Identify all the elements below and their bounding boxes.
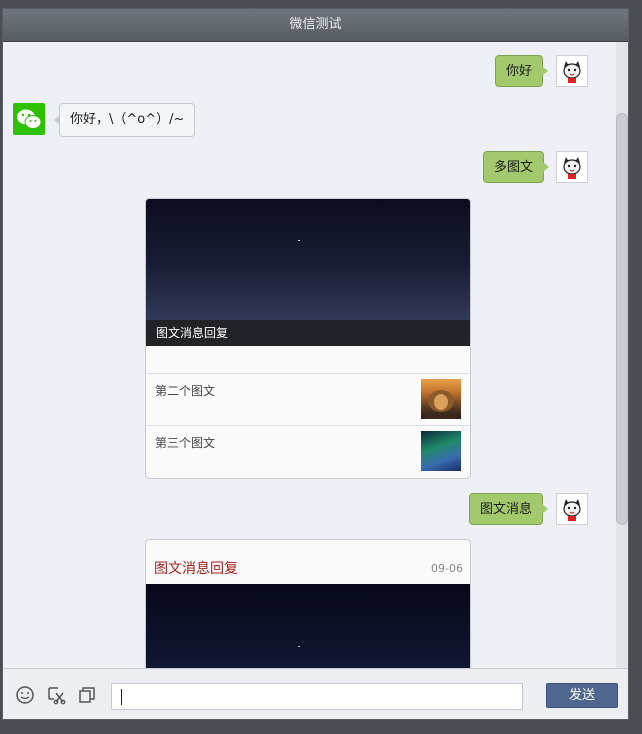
my-message-bubble[interactable]: 图文消息: [469, 493, 549, 525]
aurora-image: [421, 431, 461, 471]
cover-image[interactable]: [146, 584, 470, 668]
wechat-avatar[interactable]: [13, 103, 45, 135]
cover-title[interactable]: 图文消息回复: [146, 320, 470, 346]
cat-avatar-icon: [563, 61, 581, 83]
bot-message-bubble[interactable]: 你好，\（^o^）/~: [53, 103, 196, 137]
news-card-date: 09-06: [431, 562, 463, 575]
my-avatar[interactable]: [556, 493, 588, 525]
emoji-icon[interactable]: [15, 685, 35, 705]
my-message-bubble[interactable]: 你好: [495, 55, 549, 87]
my-avatar[interactable]: [556, 151, 588, 183]
window-title: 微信测试: [3, 9, 628, 42]
multi-news-card[interactable]: 图文消息回复 第二个图文 第三个图文: [145, 198, 471, 479]
scrollbar-thumb[interactable]: [616, 113, 628, 525]
lion-image: [421, 379, 461, 419]
copy-icon[interactable]: [77, 685, 97, 705]
single-news-card[interactable]: 图文消息回复 09-06: [145, 539, 471, 668]
cat-avatar-icon: [563, 499, 581, 521]
news-list-item[interactable]: 第二个图文: [146, 373, 470, 425]
cover-image[interactable]: 图文消息回复: [146, 199, 470, 346]
news-list-item[interactable]: 第三个图文: [146, 425, 470, 477]
screenshot-icon[interactable]: [46, 685, 66, 705]
star-dot: [298, 240, 300, 241]
news-item-title: 第二个图文: [155, 384, 216, 398]
news-item-title: 第三个图文: [155, 436, 216, 450]
news-card-title: 图文消息回复: [154, 561, 238, 577]
wechat-logo-icon: [17, 109, 42, 129]
composer-bar: 发送: [3, 668, 628, 719]
message-list[interactable]: 你好 你好，\（^o^）/~ 多图文 图文消息回复 第二个图文 第三个图文 图文…: [3, 42, 628, 668]
my-avatar[interactable]: [556, 55, 588, 87]
message-input[interactable]: [111, 683, 523, 710]
chat-window: 微信测试 你好 你好，\（^o^）/~ 多图文 图文消息回复 第二个图文 第三个…: [2, 8, 629, 720]
my-message-bubble[interactable]: 多图文: [483, 151, 550, 183]
send-button[interactable]: 发送: [546, 683, 618, 708]
star-dot: [298, 646, 300, 647]
text-caret: [121, 689, 122, 705]
cat-avatar-icon: [563, 157, 581, 179]
